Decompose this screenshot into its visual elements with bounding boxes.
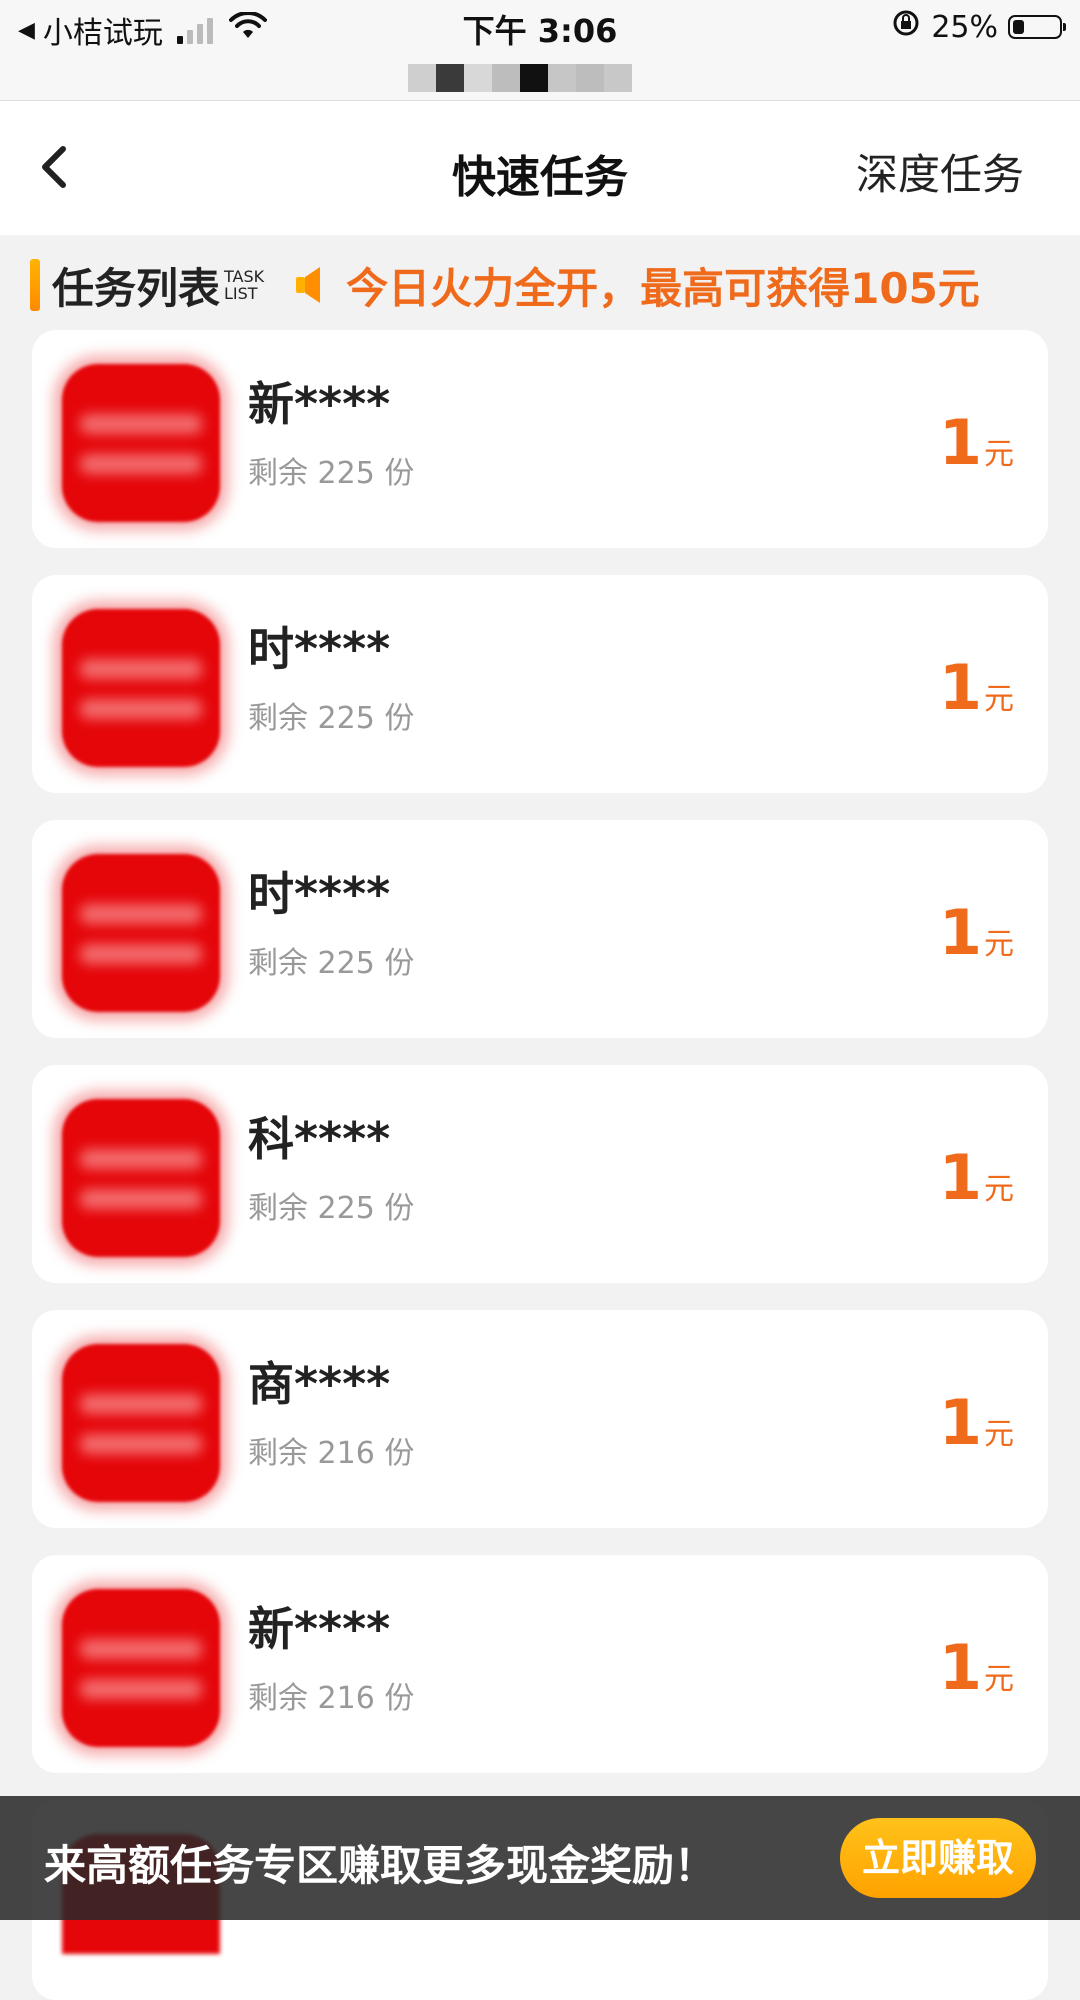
task-remaining: 剩余 216 份	[248, 1436, 415, 1471]
status-bar: ◀ 小桔试玩 下午 3:06 25%	[0, 0, 1080, 100]
speaker-icon	[294, 265, 324, 305]
task-name: 新****	[248, 1602, 391, 1656]
promo-text: 今日火力全开，最高可获得105元	[346, 263, 980, 313]
redacted-block	[408, 64, 632, 92]
reward-amount: 1	[938, 1386, 982, 1459]
orientation-lock-icon	[891, 8, 921, 46]
task-name: 新****	[248, 377, 391, 431]
banner-text: 来高额任务专区赚取更多现金奖励！	[44, 1841, 717, 1890]
task-list: 新**** 剩余 225 份 1元 时**** 剩余 225 份 1元 时***…	[32, 330, 1048, 1800]
task-name: 时****	[248, 867, 391, 921]
task-remaining: 剩余 225 份	[248, 456, 415, 491]
reward-amount: 1	[938, 1141, 982, 1214]
reward-amount: 1	[938, 1631, 982, 1704]
section-accent-bar	[30, 259, 40, 311]
reward-unit: 元	[984, 437, 1014, 472]
battery-icon	[1008, 15, 1066, 39]
task-name: 科****	[248, 1112, 391, 1166]
section-subtitle: TASK LIST	[224, 268, 264, 302]
task-reward: 1元	[939, 1631, 1014, 1704]
status-right: 25%	[891, 8, 1066, 46]
section-title: 任务列表	[52, 263, 221, 313]
reward-unit: 元	[984, 1662, 1014, 1697]
task-name: 商****	[248, 1357, 391, 1411]
section-subtitle-line1: TASK	[224, 267, 265, 286]
task-remaining: 剩余 216 份	[248, 1681, 415, 1716]
app-icon	[62, 364, 220, 522]
task-remaining: 剩余 225 份	[248, 1191, 415, 1226]
nav-bar: 快速任务 深度任务	[0, 100, 1080, 235]
app-icon	[62, 1344, 220, 1502]
reward-unit: 元	[984, 682, 1014, 717]
section-subtitle-line2: LIST	[224, 284, 258, 303]
task-remaining: 剩余 225 份	[248, 701, 415, 736]
app-icon	[62, 1099, 220, 1257]
task-reward: 1元	[939, 406, 1014, 479]
task-remaining: 剩余 225 份	[248, 946, 415, 981]
task-reward: 1元	[939, 1386, 1014, 1459]
app-icon	[62, 1589, 220, 1747]
bottom-banner: 来高额任务专区赚取更多现金奖励！ 立即赚取	[0, 1796, 1080, 1920]
app-icon	[62, 854, 220, 1012]
app-icon	[62, 609, 220, 767]
task-name: 时****	[248, 622, 391, 676]
reward-amount: 1	[938, 406, 982, 479]
reward-unit: 元	[984, 1172, 1014, 1207]
task-card[interactable]: 时**** 剩余 225 份 1元	[32, 820, 1048, 1038]
reward-unit: 元	[984, 1417, 1014, 1452]
section-header: 任务列表 TASK LIST 今日火力全开，最高可获得105元	[30, 258, 980, 313]
task-card[interactable]: 时**** 剩余 225 份 1元	[32, 575, 1048, 793]
task-reward: 1元	[939, 651, 1014, 724]
reward-unit: 元	[984, 927, 1014, 962]
reward-amount: 1	[938, 896, 982, 969]
task-card[interactable]: 新**** 剩余 216 份 1元	[32, 1555, 1048, 1773]
task-card[interactable]: 商**** 剩余 216 份 1元	[32, 1310, 1048, 1528]
battery-percent: 25%	[931, 9, 998, 45]
deep-tasks-link[interactable]: 深度任务	[856, 141, 1024, 202]
task-card[interactable]: 科**** 剩余 225 份 1元	[32, 1065, 1048, 1283]
task-reward: 1元	[939, 896, 1014, 969]
task-card[interactable]: 新**** 剩余 225 份 1元	[32, 330, 1048, 548]
task-reward: 1元	[939, 1141, 1014, 1214]
earn-now-button[interactable]: 立即赚取	[840, 1818, 1036, 1898]
reward-amount: 1	[938, 651, 982, 724]
